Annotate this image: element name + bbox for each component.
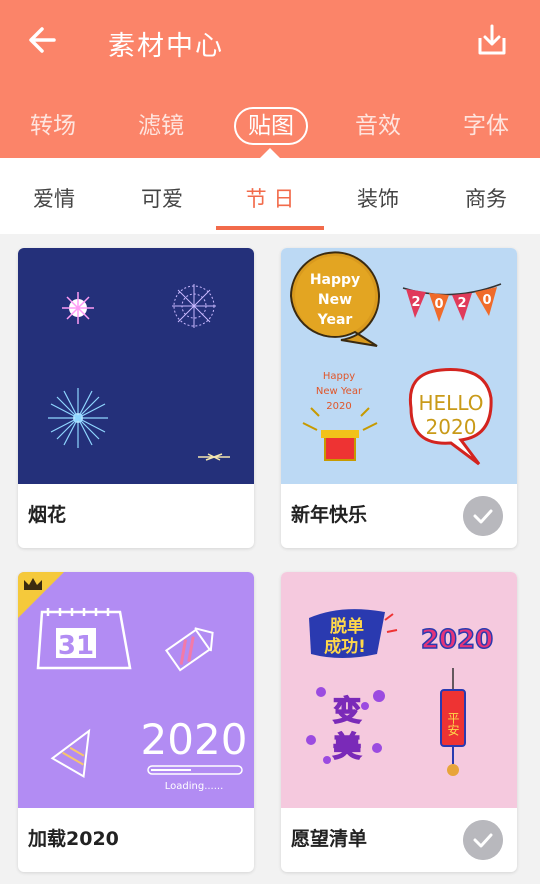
subcategory-tabs: 爱情 可爱 节 日 装饰 商务 [0, 158, 540, 234]
hello-text: HELLO [419, 391, 484, 415]
flag-digit: 0 [434, 297, 443, 312]
bubble-text-2: New [318, 292, 352, 308]
card-text-3: 2020 [326, 401, 351, 412]
subtab-holiday[interactable]: 节 日 [216, 158, 324, 234]
crown-icon [24, 578, 42, 590]
card-text-2: New Year [316, 386, 363, 397]
top-header: 素材中心 转场 滤镜 贴图 音效 字体 [0, 0, 540, 158]
sticker-pack-card[interactable]: Happy New Year 2 0 2 0 Happy New Year 20… [281, 248, 517, 548]
card-title: 新年快乐 [291, 504, 368, 526]
bubble-text-3: Year [317, 312, 353, 328]
card-title: 加载2020 [28, 828, 119, 850]
loading-text: Loading...... [165, 781, 224, 792]
sticker-pack-card[interactable]: 烟花 [18, 248, 254, 548]
fireworks-preview-image [18, 248, 254, 484]
tab-transition[interactable]: 转场 [8, 106, 98, 146]
sticker-text: 变 [333, 694, 361, 727]
year-text: 2020 [141, 715, 248, 764]
back-arrow-icon[interactable] [26, 22, 58, 58]
page-title: 素材中心 [108, 31, 224, 62]
flag-digit: 0 [482, 293, 491, 308]
card-title: 烟花 [28, 504, 67, 526]
downloaded-check-icon [463, 820, 503, 860]
sticker-text: 成功! [324, 636, 366, 657]
new-year-preview-image: Happy New Year 2 0 2 0 Happy New Year 20… [281, 248, 517, 484]
card-title: 愿望清单 [291, 828, 368, 850]
sticker-pack-card[interactable]: 31 2020 Loading...... 加载2020 [18, 572, 254, 872]
download-manager-icon[interactable] [474, 22, 510, 58]
bubble-text-1: Happy [310, 272, 360, 288]
calendar-day: 31 [58, 631, 94, 661]
sticker-text: 美 [333, 730, 361, 763]
tab-stickers[interactable]: 贴图 [234, 107, 308, 145]
sticker-pack-card[interactable]: 脱单 成功! 2020 变 美 平安 愿望清单 [281, 572, 517, 872]
tab-filter[interactable]: 滤镜 [116, 106, 206, 146]
hello-year: 2020 [426, 415, 477, 439]
card-text-1: Happy [323, 371, 355, 382]
active-subtab-indicator [216, 226, 324, 230]
subtab-cute[interactable]: 可爱 [108, 158, 216, 234]
tab-fonts[interactable]: 字体 [441, 106, 531, 146]
flag-digit: 2 [457, 296, 466, 311]
wish-list-preview-image: 脱单 成功! 2020 变 美 平安 [281, 572, 517, 808]
subtab-love[interactable]: 爱情 [0, 158, 108, 234]
tab-sound-effects[interactable]: 音效 [333, 106, 423, 146]
downloaded-check-icon [463, 496, 503, 536]
flag-digit: 2 [411, 295, 420, 310]
subtab-business[interactable]: 商务 [432, 158, 540, 234]
amulet-text: 平安 [446, 712, 460, 736]
category-tabs: 转场 滤镜 贴图 音效 字体 [0, 106, 540, 146]
sticker-year: 2020 [421, 625, 493, 655]
sticker-text: 脱单 [330, 616, 364, 637]
subtab-decoration[interactable]: 装饰 [324, 158, 432, 234]
